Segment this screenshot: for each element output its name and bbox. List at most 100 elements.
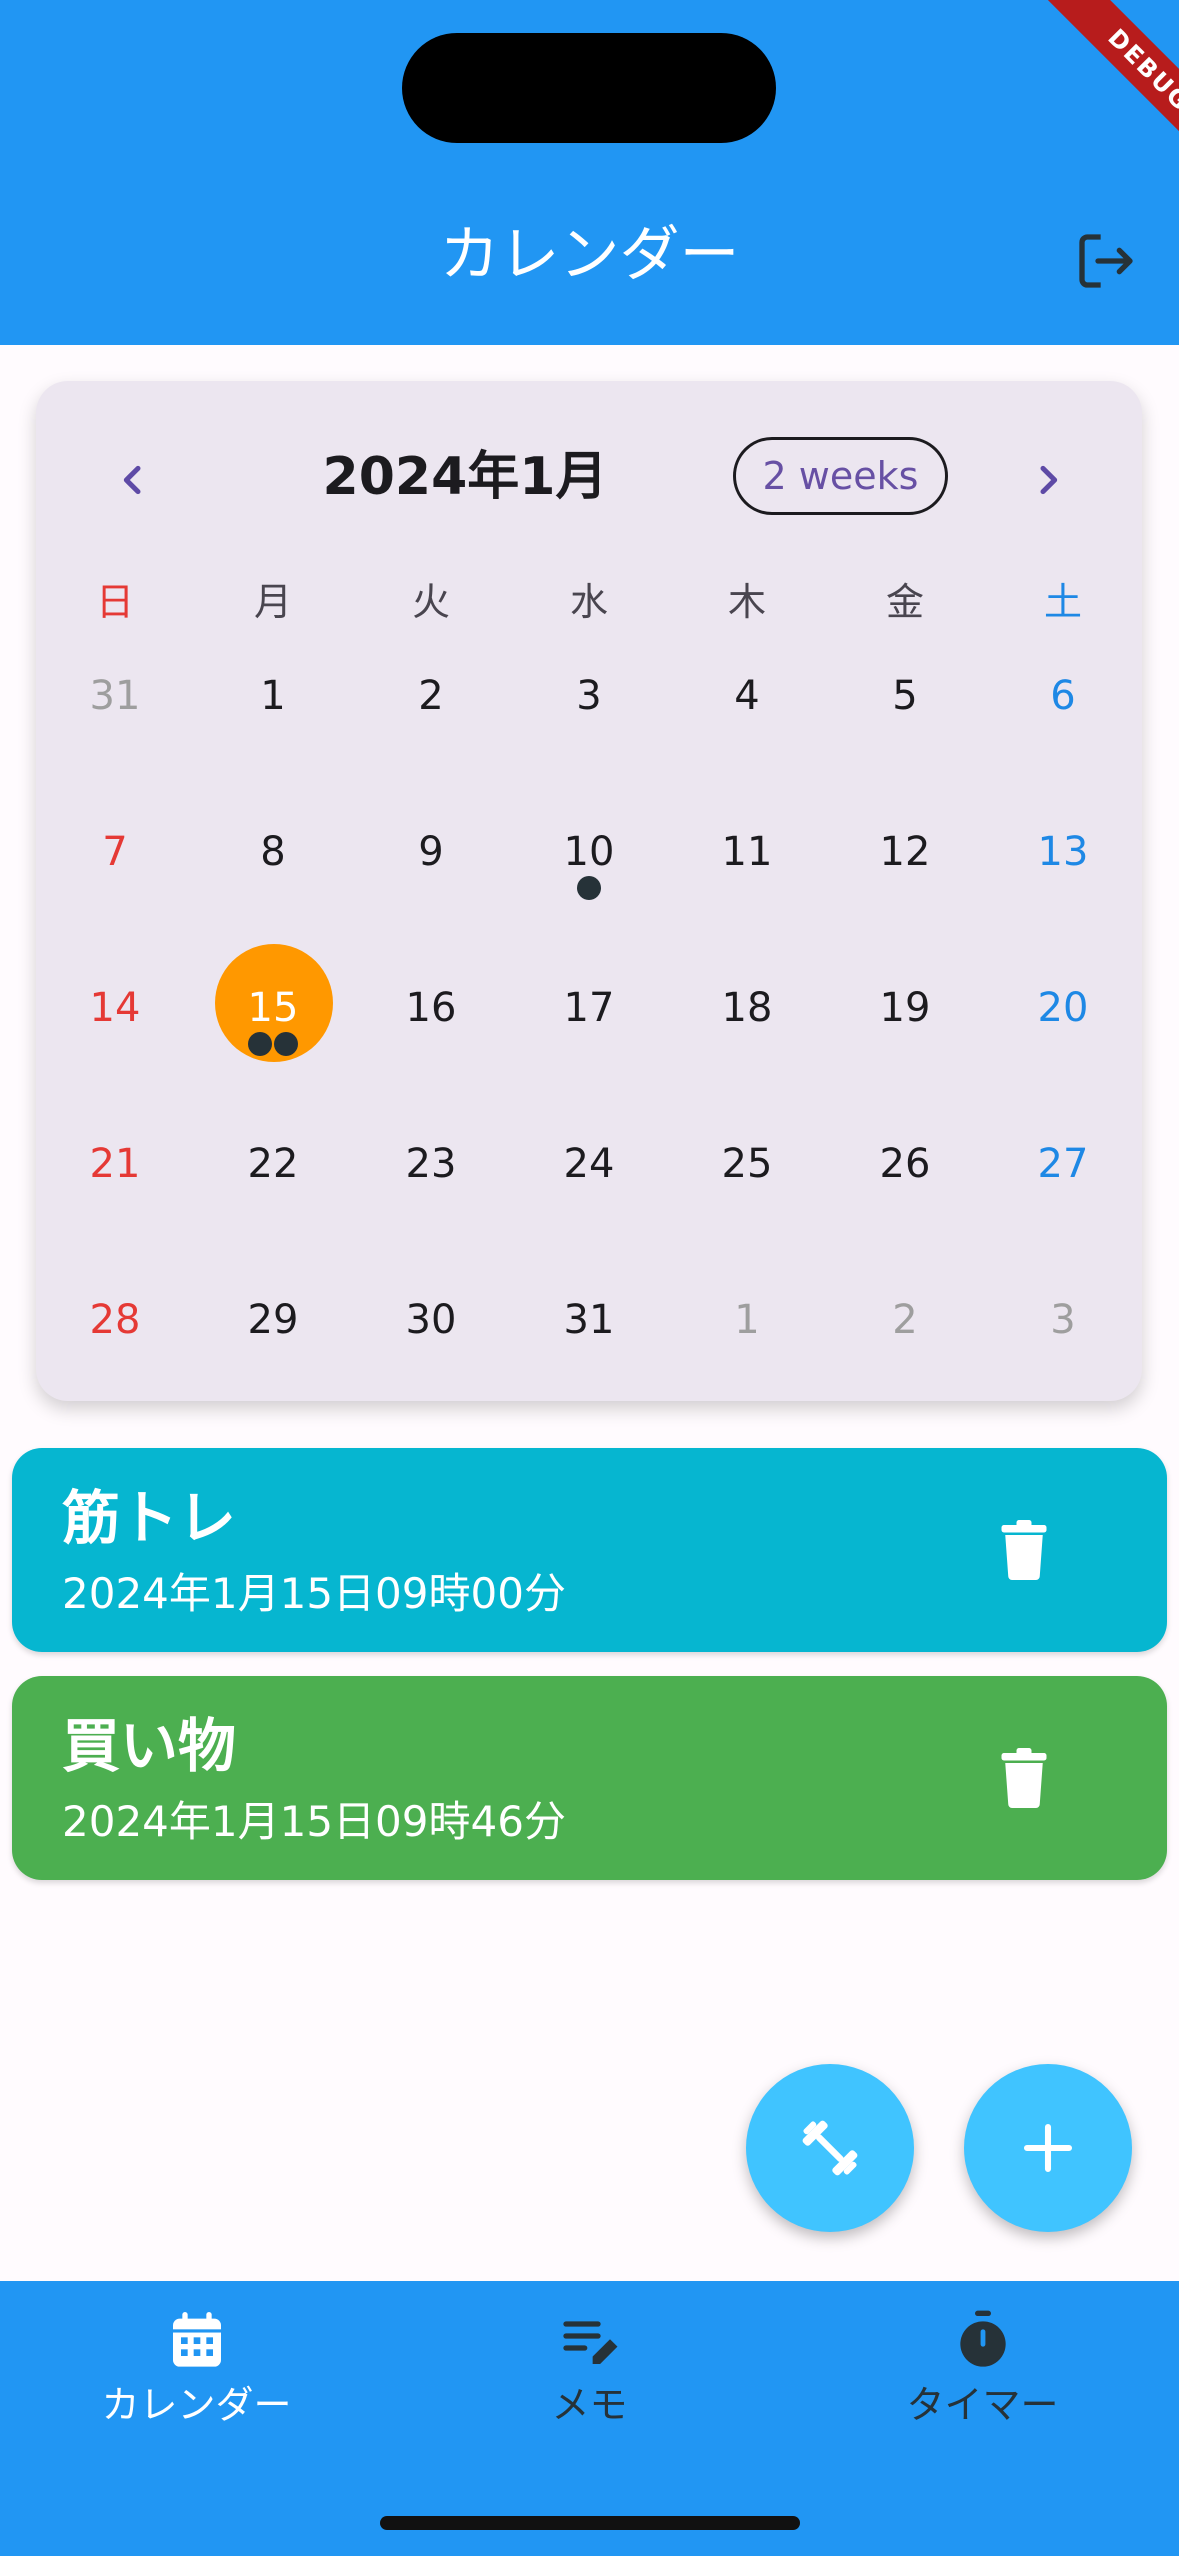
page-title: カレンダー [439, 220, 740, 290]
dynamic-island [402, 33, 776, 143]
logout-icon [1079, 234, 1133, 288]
event-marker-dot [274, 1032, 298, 1056]
calendar-day[interactable]: 6 [984, 656, 1142, 812]
calendar-day[interactable]: 11 [668, 812, 826, 968]
logout-button[interactable] [1070, 225, 1142, 297]
event-card[interactable]: 買い物 2024年1月15日09時46分 [12, 1676, 1167, 1880]
day-number: 11 [721, 829, 773, 875]
calendar-day[interactable]: 31 [36, 656, 194, 812]
day-number: 18 [721, 985, 773, 1031]
calendar-week-row: 7 8 9 10 11 12 13 [36, 812, 1142, 968]
day-number: 5 [892, 673, 918, 719]
day-number: 16 [405, 985, 457, 1031]
day-number: 31 [563, 1297, 615, 1343]
event-marker-dot [577, 876, 601, 900]
day-number: 25 [721, 1141, 773, 1187]
weekday-header-row: 日月火水木金土 [36, 560, 1142, 644]
nav-item-timer[interactable]: タイマー [786, 2300, 1179, 2430]
next-month-button[interactable] [1013, 445, 1083, 515]
calendar-day[interactable]: 12 [826, 812, 984, 968]
calendar-day[interactable]: 20 [984, 968, 1142, 1124]
calendar-day[interactable]: 27 [984, 1124, 1142, 1280]
calendar-day[interactable]: 1 [668, 1280, 826, 1436]
calendar-day[interactable]: 28 [36, 1280, 194, 1436]
edit-note-icon [562, 2321, 617, 2364]
day-number: 6 [1050, 673, 1076, 719]
weekday-label: 日 [95, 580, 134, 624]
calendar-day[interactable]: 19 [826, 968, 984, 1124]
day-number: 2 [892, 1297, 918, 1343]
calendar-day[interactable]: 22 [194, 1124, 352, 1280]
calendar-day[interactable]: 2 [826, 1280, 984, 1436]
day-number: 30 [405, 1297, 457, 1343]
calendar-week-row: 14 15 16 17 18 19 20 [36, 944, 1142, 1124]
calendar-day[interactable]: 1 [194, 656, 352, 812]
day-number: 3 [576, 673, 602, 719]
calendar-day[interactable]: 9 [352, 812, 510, 968]
event-datetime: 2024年1月15日09時00分 [62, 1569, 566, 1618]
event-card[interactable]: 筋トレ 2024年1月15日09時00分 [12, 1448, 1167, 1652]
event-name: 買い物 [62, 1712, 237, 1780]
day-number: 4 [734, 673, 760, 719]
day-number: 17 [563, 985, 615, 1031]
calendar-day[interactable]: 14 [36, 968, 194, 1124]
day-number: 1 [260, 673, 286, 719]
day-number: 19 [879, 985, 931, 1031]
add-event-fab[interactable] [964, 2064, 1132, 2232]
event-marker-dot [248, 1032, 272, 1056]
calendar-day[interactable]: 31 [510, 1280, 668, 1436]
calendar-week-row: 21 22 23 24 25 26 27 [36, 1124, 1142, 1280]
nav-label: メモ [551, 2383, 628, 2427]
calendar-week-row: 31 1 2 3 4 5 6 [36, 656, 1142, 812]
calendar-day[interactable]: 3 [984, 1280, 1142, 1436]
day-number: 3 [1050, 1297, 1076, 1343]
day-number: 26 [879, 1141, 931, 1187]
calendar-day[interactable]: 25 [668, 1124, 826, 1280]
calendar-day[interactable]: 26 [826, 1124, 984, 1280]
day-number: 7 [102, 829, 128, 875]
calendar-day[interactable]: 4 [668, 656, 826, 812]
day-number: 2 [418, 673, 444, 719]
weekday-label: 金 [885, 580, 924, 624]
calendar-day[interactable]: 10 [510, 812, 668, 968]
weekday-label: 木 [727, 580, 766, 624]
nav-label: カレンダー [101, 2383, 292, 2427]
dumbbell-icon [802, 2120, 858, 2176]
calendar-day[interactable]: 13 [984, 812, 1142, 968]
calendar-day[interactable]: 24 [510, 1124, 668, 1280]
calendar-day[interactable]: 21 [36, 1124, 194, 1280]
calendar-day[interactable]: 7 [36, 812, 194, 968]
calendar-day[interactable]: 18 [668, 968, 826, 1124]
add-workout-fab[interactable] [746, 2064, 914, 2232]
calendar-day-selected[interactable]: 15 [194, 944, 352, 1124]
calendar-week-row: 28 29 30 31 1 2 3 [36, 1280, 1142, 1436]
weekday-label: 土 [1043, 580, 1082, 624]
day-number: 13 [1037, 829, 1089, 875]
nav-item-memo[interactable]: メモ [393, 2300, 786, 2430]
calendar-day[interactable]: 2 [352, 656, 510, 812]
trash-icon [1001, 1520, 1047, 1580]
event-datetime: 2024年1月15日09時46分 [62, 1797, 566, 1846]
day-number: 28 [89, 1297, 141, 1343]
prev-month-button[interactable] [98, 445, 168, 515]
delete-event-button[interactable] [982, 1508, 1066, 1592]
day-number: 20 [1037, 985, 1089, 1031]
calendar-day[interactable]: 30 [352, 1280, 510, 1436]
day-number: 31 [89, 673, 141, 719]
calendar-day[interactable]: 3 [510, 656, 668, 812]
calendar-weeks: 31 1 2 3 4 5 6 7 8 9 10 11 12 13 14 15 16 17 18 19 20 21 22 23 2… [36, 656, 1142, 1436]
delete-event-button[interactable] [982, 1736, 1066, 1820]
calendar-day[interactable]: 16 [352, 968, 510, 1124]
event-markers [194, 1032, 352, 1056]
nav-item-calendar[interactable]: カレンダー [0, 2300, 393, 2430]
day-number: 29 [247, 1297, 299, 1343]
event-markers [510, 876, 668, 900]
debug-banner: DEBUG [1041, 0, 1179, 178]
calendar-day[interactable]: 29 [194, 1280, 352, 1436]
format-toggle-button[interactable]: 2 weeks [733, 437, 948, 515]
calendar-day[interactable]: 17 [510, 968, 668, 1124]
calendar-day[interactable]: 5 [826, 656, 984, 812]
calendar-day[interactable]: 23 [352, 1124, 510, 1280]
chevron-left-icon [123, 465, 141, 495]
calendar-icon [172, 2312, 221, 2367]
